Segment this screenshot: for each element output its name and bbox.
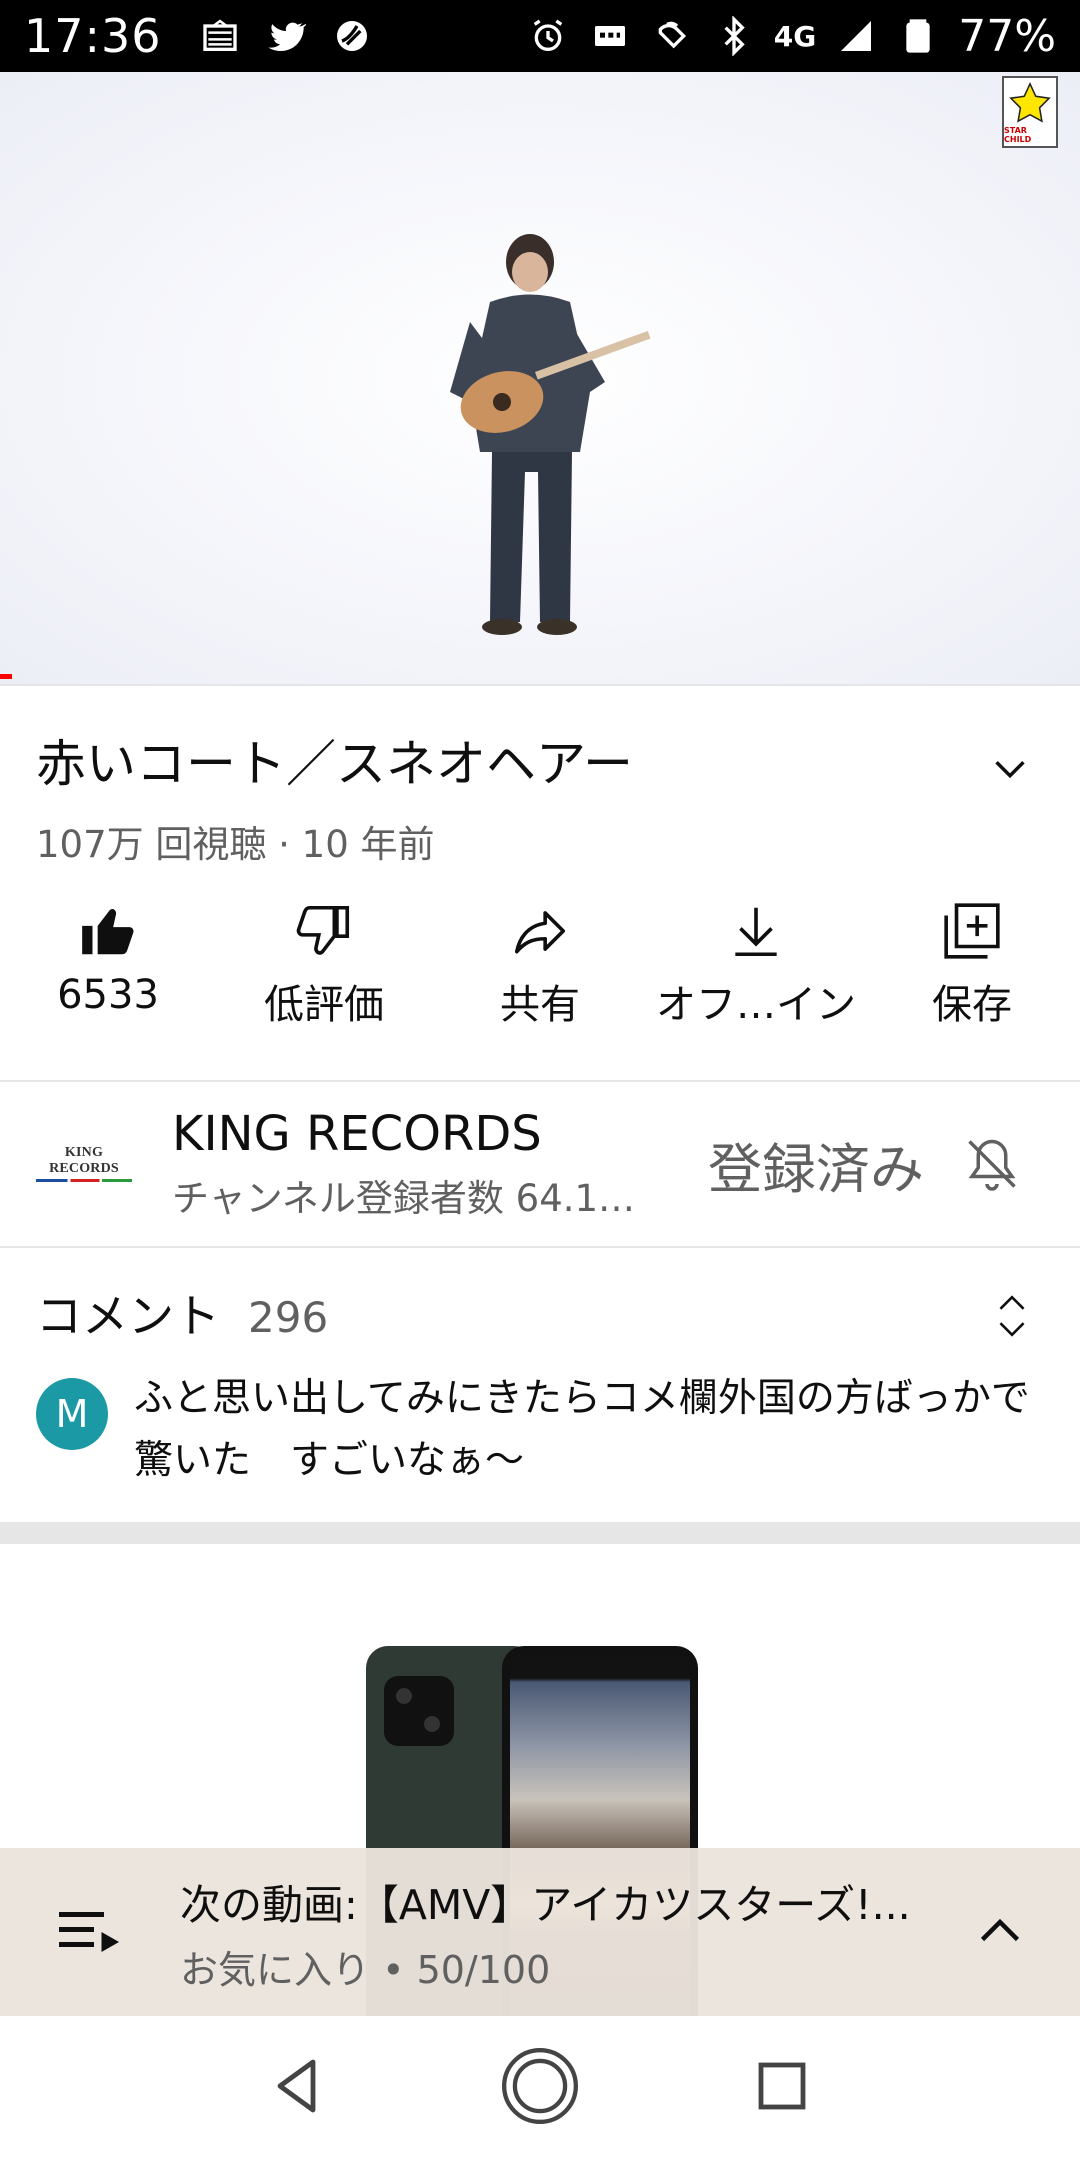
status-bar: 17:36 4G 77%: [0, 0, 1080, 72]
expand-description-button[interactable]: [982, 740, 1038, 796]
share-button[interactable]: 共有: [435, 900, 645, 1080]
notification-bell-button[interactable]: [960, 1132, 1024, 1196]
share-label: 共有: [500, 982, 580, 1028]
like-button[interactable]: 6533: [3, 900, 213, 1080]
star-icon: [1009, 82, 1051, 123]
save-icon: [944, 903, 1000, 959]
channel-logo-text: KING RECORDS: [49, 1144, 119, 1176]
channel-watermark[interactable]: STAR CHILD: [1002, 76, 1058, 148]
dislike-button[interactable]: 低評価: [219, 900, 429, 1080]
recents-icon: [758, 2062, 806, 2110]
twitter-icon: [264, 14, 308, 58]
network-type: 4G: [773, 19, 817, 53]
bluetooth-icon: [712, 14, 756, 58]
logo-stripe: [36, 1178, 132, 1182]
battery-percent: 77%: [958, 10, 1056, 62]
playlist-icon[interactable]: [54, 1902, 124, 1962]
next-video-bar[interactable]: 次の動画:【AMV】アイカツスターズ!... お気に入り • 50/100: [0, 1848, 1080, 2016]
next-video-info[interactable]: 次の動画:【AMV】アイカツスターズ!... お気に入り • 50/100: [180, 1871, 970, 1994]
bell-off-icon: [968, 1139, 1016, 1191]
dislike-label: 低評価: [264, 982, 384, 1028]
channel-name: KING RECORDS: [172, 1106, 542, 1162]
comments-count: 296: [248, 1293, 329, 1342]
expand-collapse-icon[interactable]: [994, 1290, 1030, 1342]
home-icon: [502, 2048, 578, 2124]
next-video-title: 次の動画:【AMV】アイカツスターズ!...: [180, 1880, 911, 1929]
home-button[interactable]: [497, 2043, 583, 2133]
comments-section[interactable]: コメント 296 M ふと思い出してみにきたらコメ欄外国の方ばっかで驚いた すご…: [0, 1250, 1080, 1520]
signal-icon: [834, 14, 878, 58]
video-title-section[interactable]: 赤いコート／スネオヘアー 107万 回視聴 · 10 年前: [0, 690, 1080, 868]
sim-icon: [588, 14, 632, 58]
status-notification-icons: [198, 14, 374, 58]
channel-info[interactable]: KING RECORDS チャンネル登録者数 64.1…: [172, 1106, 708, 1222]
download-label: オフ…イン: [656, 982, 856, 1028]
divider: [0, 684, 1080, 686]
alarm-icon: [526, 14, 570, 58]
avatar[interactable]: M: [36, 1378, 108, 1450]
like-count: 6533: [57, 972, 159, 1018]
video-title: 赤いコート／スネオヘアー: [36, 735, 633, 793]
status-system-icons: 4G 77%: [526, 11, 1056, 62]
comments-header: コメント 296: [36, 1280, 328, 1346]
action-bar: 6533 低評価 共有 オフ…イン 保存: [0, 900, 1080, 1080]
camera-module: [384, 1676, 454, 1746]
section-separator: [0, 1522, 1080, 1544]
channel-row[interactable]: KING RECORDS KING RECORDS チャンネル登録者数 64.1…: [0, 1082, 1080, 1246]
thumbs-up-icon: [82, 909, 134, 955]
download-icon: [735, 907, 777, 957]
subscriber-count: チャンネル登録者数 64.1…: [172, 1177, 636, 1220]
performer-figure: [450, 234, 651, 635]
back-icon: [277, 2059, 316, 2113]
playlist-progress: お気に入り • 50/100: [180, 1947, 551, 1992]
watermark-text: STAR CHILD: [1004, 126, 1032, 144]
video-player[interactable]: STAR CHILD: [0, 72, 1080, 684]
divider: [0, 1246, 1080, 1248]
download-button[interactable]: オフ…イン: [651, 900, 861, 1080]
chevron-up-icon[interactable]: [970, 1902, 1030, 1962]
comments-title: コメント: [36, 1289, 220, 1343]
save-label: 保存: [932, 982, 1012, 1028]
app-icon: [330, 14, 374, 58]
top-comment-text: ふと思い出してみにきたらコメ欄外国の方ばっかで驚いた すごいなぁ〜: [134, 1376, 1030, 1483]
playback-progress[interactable]: [0, 674, 12, 679]
chevron-down-icon: [995, 761, 1025, 779]
nfc-icon: [650, 14, 694, 58]
status-time: 17:36: [24, 9, 162, 63]
subscribed-button[interactable]: 登録済み: [708, 1125, 924, 1204]
share-icon: [514, 911, 566, 954]
thumbs-down-icon: [296, 905, 350, 955]
news-icon: [198, 14, 242, 58]
system-nav-bar: [0, 2016, 1080, 2160]
recents-button[interactable]: [746, 2050, 818, 2126]
save-button[interactable]: 保存: [867, 900, 1077, 1080]
back-button[interactable]: [262, 2050, 334, 2126]
video-meta: 107万 回視聴 · 10 年前: [36, 823, 435, 866]
channel-logo[interactable]: KING RECORDS: [36, 1145, 132, 1184]
battery-icon: [896, 14, 940, 58]
